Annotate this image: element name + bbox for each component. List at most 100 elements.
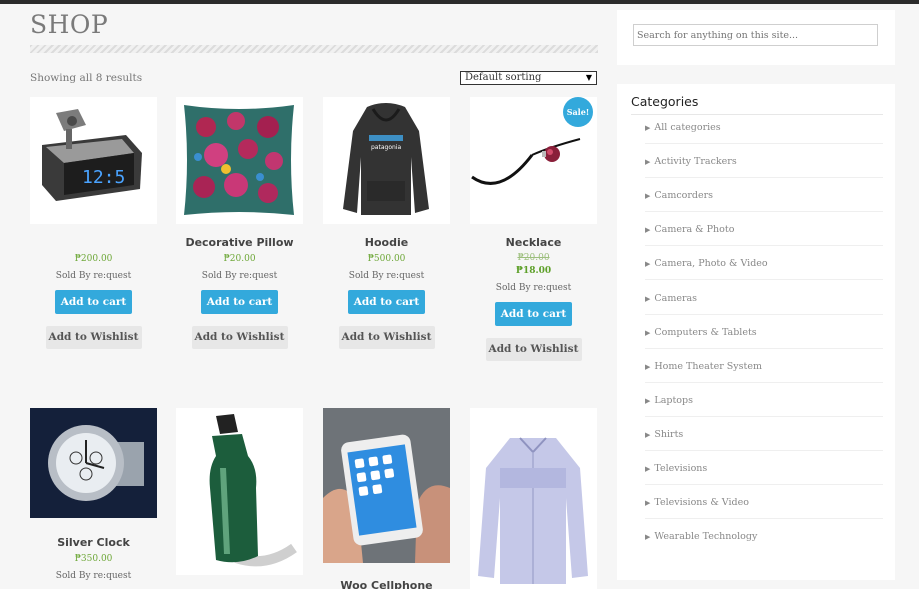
product-card: Silver Clock ₱350.00 Sold By re:quest <box>30 408 157 581</box>
product-card: patagonia Hoodie ₱500.00 Sold By re:ques… <box>323 97 450 349</box>
chevron-right-icon: ▶ <box>645 124 651 132</box>
category-item[interactable]: ▶ Cameras <box>645 293 697 304</box>
add-to-wishlist-button[interactable]: Add to Wishlist <box>45 326 142 349</box>
add-to-cart-button[interactable]: Add to cart <box>495 302 572 326</box>
category-item[interactable]: ▶ Televisions & Video <box>645 497 749 508</box>
result-count: Showing all 8 results <box>30 72 143 84</box>
category-label: Televisions <box>654 463 708 474</box>
add-to-wishlist-button[interactable]: Add to Wishlist <box>191 326 288 349</box>
page-title: SHOP <box>30 10 109 39</box>
category-label: Camera, Photo & Video <box>654 258 768 270</box>
product-name[interactable]: Woo Cellphone <box>323 579 450 589</box>
product-name[interactable]: Necklace <box>470 236 597 249</box>
category-label: Cameras <box>654 292 698 304</box>
product-image[interactable]: 12:5 <box>30 97 157 224</box>
chevron-right-icon: ▶ <box>645 362 651 371</box>
category-label: Home Theater System <box>654 360 762 372</box>
product-card: 12:5 ₱200.00 Sold By re:quest Add to car… <box>30 97 157 349</box>
category-item[interactable]: ▶ Home Theater System <box>645 361 762 372</box>
product-price-sale: ₱18.00 <box>515 266 552 276</box>
sale-badge: Sale! <box>563 97 593 127</box>
product-card <box>470 408 597 589</box>
category-item[interactable]: ▶ Camera & Photo <box>645 224 734 235</box>
product-card: Sale! Necklace ₱20.00 ₱18.00 Sold By re:… <box>470 97 597 361</box>
category-divider <box>645 211 883 213</box>
chevron-right-icon: ▶ <box>645 396 651 405</box>
category-label: Camera & Photo <box>654 224 735 236</box>
chevron-right-icon: ▶ <box>645 226 651 235</box>
category-item[interactable]: ▶ All categories <box>645 122 721 133</box>
chevron-right-icon: ▶ <box>645 499 651 508</box>
product-image[interactable]: patagonia <box>323 97 450 224</box>
product-price: ₱500.00 <box>367 254 406 264</box>
product-image[interactable] <box>30 408 157 518</box>
category-label: Camcorders <box>654 190 714 202</box>
category-divider <box>645 177 883 179</box>
product-price: ₱20.00 <box>223 254 256 264</box>
category-item[interactable]: ▶ Televisions <box>645 463 707 474</box>
category-label: Shirts <box>654 428 684 440</box>
chevron-right-icon: ▶ <box>645 328 651 337</box>
category-item[interactable]: ▶ Laptops <box>645 395 693 406</box>
product-image[interactable] <box>176 408 303 575</box>
categories-widget: Categories ▶ All categories ▶ Activity Trac… <box>617 84 895 580</box>
product-price: ₱350.00 <box>74 554 113 564</box>
product-image[interactable]: Sale! <box>470 97 597 224</box>
category-label: Computers & Tablets <box>654 326 757 338</box>
add-to-cart-button[interactable]: Add to cart <box>348 290 425 314</box>
category-divider <box>645 279 883 281</box>
sort-select-value: Default sorting <box>465 72 542 83</box>
category-item[interactable]: ▶ Activity Trackers <box>645 156 737 167</box>
chevron-down-icon: ▼ <box>585 73 592 82</box>
add-to-cart-button[interactable]: Add to cart <box>55 290 132 314</box>
chevron-right-icon: ▶ <box>645 465 651 473</box>
add-to-wishlist-button[interactable]: Add to Wishlist <box>485 338 582 361</box>
category-label: Laptops <box>654 394 693 406</box>
product-image[interactable] <box>176 97 303 224</box>
category-divider <box>645 484 883 485</box>
product-name[interactable]: Silver Clock <box>30 536 157 549</box>
categories-title: Categories <box>631 94 699 109</box>
category-divider <box>645 449 883 451</box>
category-divider <box>645 313 883 315</box>
svg-text:patagonia: patagonia <box>371 144 401 151</box>
category-item[interactable]: ▶ Camcorders <box>645 190 713 201</box>
product-card <box>176 408 303 575</box>
category-label: Televisions & Video <box>654 497 749 509</box>
svg-text:12:5: 12:5 <box>82 167 125 188</box>
chevron-right-icon: ▶ <box>645 294 651 303</box>
chevron-right-icon: ▶ <box>645 158 651 167</box>
category-label: All categories <box>654 122 721 133</box>
product-image[interactable] <box>470 408 597 589</box>
categories-divider <box>631 114 883 115</box>
sold-by: Sold By re:quest <box>201 271 278 281</box>
category-item[interactable]: ▶ Shirts <box>645 429 683 440</box>
product-name[interactable] <box>30 236 157 249</box>
category-divider <box>645 415 883 417</box>
category-item[interactable]: ▶ Wearable Technology <box>645 531 757 542</box>
search-input[interactable] <box>633 24 878 46</box>
product-name[interactable]: Decorative Pillow <box>176 236 303 249</box>
category-label: Wearable Technology <box>654 531 758 543</box>
chevron-right-icon: ▶ <box>645 533 651 542</box>
add-to-cart-button[interactable]: Add to cart <box>201 290 278 314</box>
chevron-right-icon: ▶ <box>645 260 651 269</box>
add-to-wishlist-button[interactable]: Add to Wishlist <box>338 326 435 349</box>
category-item[interactable]: ▶ Camera, Photo & Video <box>645 258 768 269</box>
chevron-right-icon: ▶ <box>645 192 651 201</box>
product-image[interactable] <box>323 408 450 563</box>
product-name[interactable]: Hoodie <box>323 236 450 249</box>
product-card: Woo Cellphone <box>323 408 450 589</box>
category-item[interactable]: ▶ Computers & Tablets <box>645 327 757 338</box>
product-card: Decorative Pillow ₱20.00 Sold By re:ques… <box>176 97 303 349</box>
search-widget <box>617 10 895 65</box>
category-divider <box>645 347 883 349</box>
sold-by: Sold By re:quest <box>348 271 425 281</box>
sold-by: Sold By re:quest <box>55 271 132 281</box>
sort-select[interactable]: Default sorting ▼ <box>460 71 597 85</box>
sold-by: Sold By re:quest <box>495 283 572 293</box>
product-price-original: ₱20.00 <box>517 253 550 263</box>
title-divider <box>30 45 598 53</box>
category-divider <box>645 381 883 383</box>
product-price: ₱200.00 <box>74 254 113 264</box>
